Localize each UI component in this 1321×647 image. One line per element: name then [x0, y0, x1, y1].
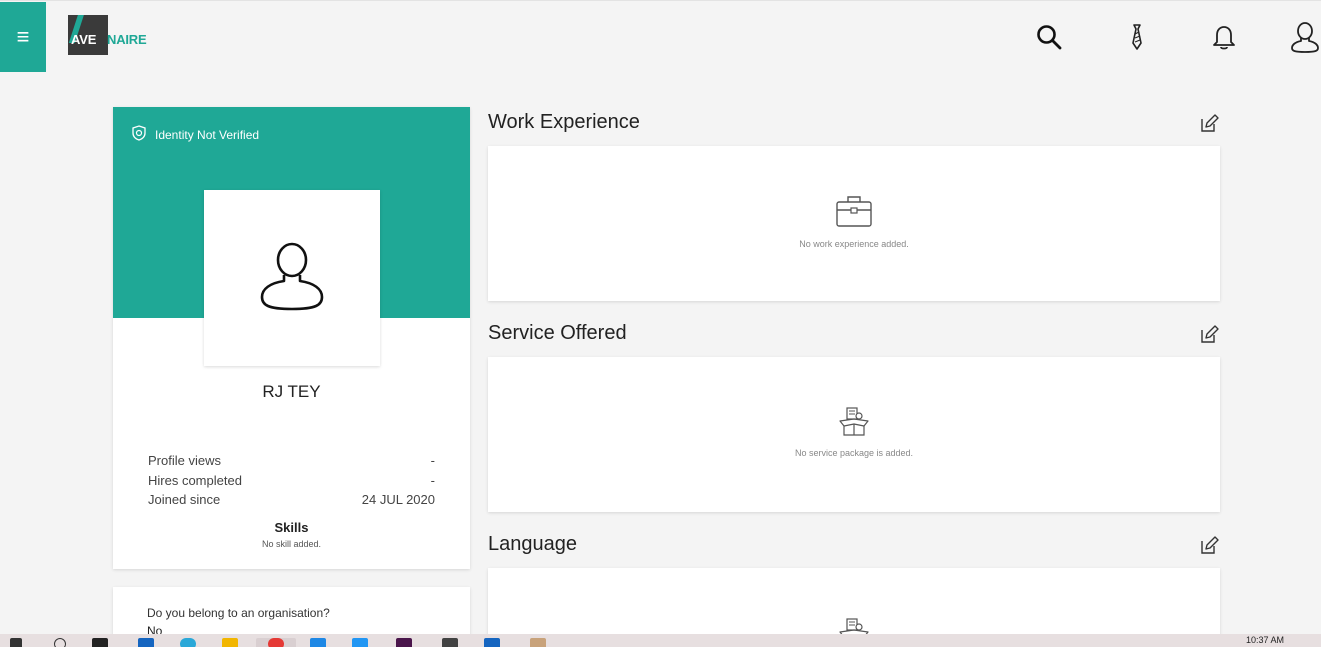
stat-value: -: [430, 473, 435, 488]
vscode-icon[interactable]: [352, 638, 368, 647]
logo-text-accent: NAIRE: [107, 32, 147, 47]
stat-label: Profile views: [148, 453, 221, 468]
app-icon[interactable]: [530, 638, 546, 647]
briefcase-icon: [835, 194, 873, 233]
profile-name: RJ TEY: [262, 382, 321, 401]
language-title: Language: [488, 533, 577, 555]
logo[interactable]: AVE NAIRE: [68, 15, 147, 55]
edit-language-icon[interactable]: [1200, 535, 1220, 555]
user-icon[interactable]: [1289, 19, 1321, 55]
stat-value: -: [430, 453, 435, 468]
taskbar-clock: 10:37 AM: [1246, 635, 1285, 645]
service-offered-empty-text: No service package is added.: [794, 448, 914, 458]
search-icon[interactable]: [1033, 19, 1065, 55]
stat-value: 24 JUL 2020: [361, 492, 435, 507]
tie-icon[interactable]: [1121, 19, 1153, 55]
package-icon: [837, 407, 871, 442]
menu-button[interactable]: ≡: [0, 2, 46, 72]
skills-empty-text: No skill added.: [261, 539, 322, 549]
stat-row-joined-since: Joined since 24 JUL 2020: [148, 492, 435, 507]
folder-icon[interactable]: [222, 638, 238, 647]
os-taskbar: 10:37 AM: [0, 634, 1321, 647]
service-offered-card: No service package is added.: [488, 357, 1220, 512]
logo-text: AVE NAIRE: [71, 32, 147, 47]
edge-icon[interactable]: [180, 638, 196, 647]
start-icon[interactable]: [10, 638, 22, 647]
slack-icon[interactable]: [396, 638, 412, 647]
identity-status-label: Identity Not Verified: [155, 127, 260, 142]
search-taskbar-icon[interactable]: [54, 638, 66, 647]
profile-card: Identity Not Verified RJ TEY Profile vie…: [113, 107, 470, 569]
top-bar: ≡ AVE NAIRE: [0, 0, 1321, 72]
menu-icon: ≡: [16, 24, 30, 49]
service-offered-empty: No service package is added.: [488, 407, 1220, 458]
skills-title: Skills: [274, 520, 309, 535]
organisation-question: Do you belong to an organisation?: [147, 606, 330, 620]
task-view-icon[interactable]: [92, 638, 108, 647]
user-avatar-icon: [260, 242, 324, 311]
service-offered-title: Service Offered: [488, 322, 627, 344]
work-experience-empty-text: No work experience added.: [799, 239, 909, 249]
work-experience-title: Work Experience: [488, 111, 640, 133]
stat-label: Hires completed: [148, 473, 242, 488]
word-icon[interactable]: [484, 638, 500, 647]
stat-row-hires-completed: Hires completed -: [148, 473, 435, 488]
stat-row-profile-views: Profile views -: [148, 453, 435, 468]
app-icon[interactable]: [310, 638, 326, 647]
edit-service-offered-icon[interactable]: [1200, 324, 1220, 344]
edit-work-experience-icon[interactable]: [1200, 113, 1220, 133]
logo-text-primary: AVE: [71, 32, 97, 47]
app-icon[interactable]: [138, 638, 154, 647]
app-icon[interactable]: [442, 638, 458, 647]
stat-label: Joined since: [148, 492, 221, 507]
work-experience-empty: No work experience added.: [488, 194, 1220, 249]
avatar[interactable]: [204, 190, 380, 366]
shield-icon: [131, 125, 147, 144]
identity-status[interactable]: Identity Not Verified: [131, 125, 259, 144]
bell-icon[interactable]: [1208, 19, 1240, 55]
work-experience-card: No work experience added.: [488, 146, 1220, 301]
chrome-icon[interactable]: [268, 638, 284, 647]
